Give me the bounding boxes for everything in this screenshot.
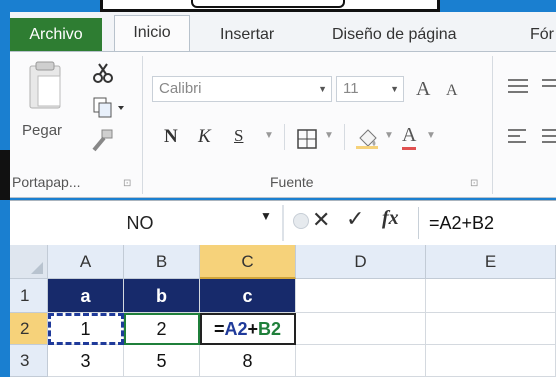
tab-formulas[interactable]: Fór — [530, 18, 554, 52]
left-edge — [0, 150, 10, 200]
select-all-icon — [31, 262, 43, 274]
row-header-1[interactable]: 1 — [10, 279, 48, 313]
cut-icon[interactable] — [92, 62, 114, 84]
cell-d2[interactable] — [296, 313, 426, 345]
chevron-down-icon[interactable]: ▼ — [264, 130, 274, 141]
group-separator — [492, 56, 493, 194]
name-box[interactable]: NO — [10, 207, 270, 239]
column-header-c[interactable]: C — [200, 245, 296, 279]
cell-c1[interactable]: c — [200, 279, 296, 313]
row-header-2[interactable]: 2 — [10, 313, 48, 345]
select-all-corner[interactable] — [10, 245, 48, 279]
row-header-3[interactable]: 3 — [10, 345, 48, 377]
group-separator — [142, 56, 143, 194]
reference-border-b2 — [124, 313, 200, 345]
ribbon-body: Pegar Portapap... ⊡ Calibri ▼ 11 ▼ A A N… — [10, 52, 556, 198]
fill-color-icon[interactable] — [354, 124, 380, 150]
formula-bar: NO ▼ ✕ ✓ fx =A2+B2 — [10, 200, 556, 246]
top-frame — [100, 0, 440, 12]
chevron-down-icon: ▼ — [318, 84, 327, 94]
chevron-down-icon[interactable]: ▼ — [426, 130, 436, 141]
clipboard-launcher-icon[interactable]: ⊡ — [123, 178, 131, 189]
cell-e1[interactable] — [426, 279, 556, 313]
clipboard-group-label: Portapap... — [12, 174, 81, 190]
enter-icon[interactable]: ✓ — [346, 206, 364, 232]
font-name-value: Calibri — [159, 80, 202, 97]
column-header-b[interactable]: B — [124, 245, 200, 279]
tab-archivo[interactable]: Archivo — [10, 18, 102, 52]
chevron-down-icon: ▼ — [390, 84, 399, 94]
active-cell-border — [200, 313, 296, 345]
column-header-a[interactable]: A — [48, 245, 124, 279]
formula-input[interactable]: =A2+B2 — [418, 207, 556, 239]
cell-a1[interactable]: a — [48, 279, 124, 313]
cell-e2[interactable] — [426, 313, 556, 345]
grow-font-button[interactable]: A — [416, 78, 430, 101]
copy-icon[interactable] — [92, 96, 126, 120]
cancel-icon[interactable]: ✕ — [312, 207, 330, 233]
ribbon-tabs: Archivo Inicio Insertar Diseño de página… — [10, 12, 556, 53]
font-tools-separator — [344, 124, 345, 150]
font-size-value: 11 — [343, 80, 359, 97]
worksheet-grid: A B C D E 1 2 3 a b c 1 2 =A2+B2 3 5 8 — [10, 245, 556, 377]
cell-a3[interactable]: 3 — [48, 345, 124, 377]
cell-c3[interactable]: 8 — [200, 345, 296, 377]
cell-b3[interactable]: 5 — [124, 345, 200, 377]
align-right-icon[interactable] — [540, 76, 556, 98]
paste-button-label[interactable]: Pegar — [22, 122, 62, 139]
shrink-font-button[interactable]: A — [446, 82, 458, 100]
chevron-down-icon[interactable]: ▼ — [384, 130, 394, 141]
tab-inicio[interactable]: Inicio — [114, 15, 190, 53]
font-group-label: Fuente — [270, 174, 314, 190]
font-launcher-icon[interactable]: ⊡ — [470, 178, 478, 189]
align-top-icon[interactable] — [506, 76, 530, 98]
bold-button[interactable]: N — [164, 126, 178, 148]
column-header-d[interactable]: D — [296, 245, 426, 279]
cell-e3[interactable] — [426, 345, 556, 377]
column-header-e[interactable]: E — [426, 245, 556, 279]
border-icon[interactable] — [296, 128, 318, 150]
font-size-combo[interactable]: 11 ▼ — [336, 76, 404, 102]
tab-insertar[interactable]: Insertar — [220, 18, 274, 52]
underline-button[interactable]: S — [234, 126, 243, 146]
cell-d3[interactable] — [296, 345, 426, 377]
chevron-down-icon[interactable]: ▼ — [260, 209, 272, 223]
italic-button[interactable]: K — [198, 126, 211, 148]
cell-b1[interactable]: b — [124, 279, 200, 313]
tab-diseno-pagina[interactable]: Diseño de página — [332, 18, 457, 52]
format-painter-icon[interactable] — [90, 128, 116, 154]
chevron-down-icon[interactable]: ▼ — [324, 130, 334, 141]
font-tools-separator — [284, 124, 285, 150]
formula-bar-separator — [282, 205, 284, 241]
align-right-icon[interactable] — [540, 126, 556, 148]
align-left-icon[interactable] — [506, 126, 530, 148]
font-name-combo[interactable]: Calibri ▼ — [152, 76, 332, 102]
reference-border-a2 — [48, 313, 124, 345]
cell-d1[interactable] — [296, 279, 426, 313]
top-frame-inner — [191, 0, 345, 8]
resize-handle-icon[interactable] — [293, 213, 309, 229]
insert-function-icon[interactable]: fx — [382, 207, 399, 230]
font-color-button[interactable]: A — [402, 124, 417, 150]
paste-icon[interactable] — [24, 60, 68, 112]
